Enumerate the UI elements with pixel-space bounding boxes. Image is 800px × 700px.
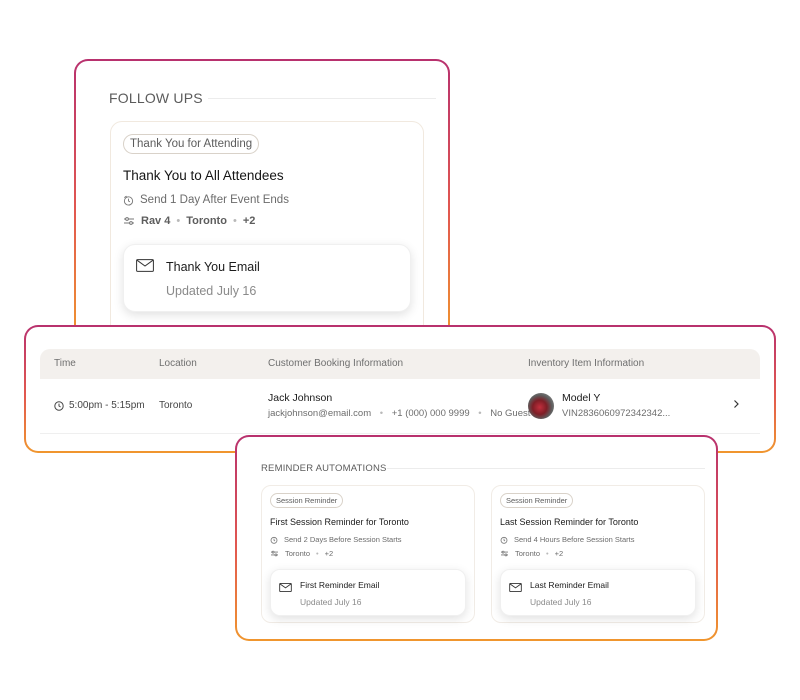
filter-more: +2 [324, 549, 334, 558]
sliders-icon [270, 550, 279, 557]
section-divider [208, 98, 436, 99]
reminder-filters: Toronto • +2 [270, 549, 333, 558]
customer-contact: jackjohnson@email.com • +1 (000) 000 999… [268, 408, 530, 419]
separator-dot: • [176, 215, 181, 227]
reminder-title: Last Session Reminder for Toronto [500, 517, 639, 527]
follow-ups-card: FOLLOW UPS Thank You for Attending Thank… [74, 59, 450, 339]
schedule-text: Send 1 Day After Event Ends [140, 194, 289, 206]
reminder-schedule: Send 2 Days Before Session Starts [270, 535, 402, 544]
customer-guest: No Guest [490, 408, 531, 419]
filter-more: +2 [554, 549, 564, 558]
follow-up-chip: Thank You for Attending [123, 134, 260, 154]
booking-time: 5:00pm - 5:15pm [54, 400, 145, 411]
timer-icon [500, 536, 508, 544]
follow-up-title: Thank You to All Attendees [123, 168, 284, 183]
email-updated: Updated July 16 [166, 284, 257, 298]
follow-ups-title: FOLLOW UPS [109, 90, 203, 106]
reminder-schedule: Send 4 Hours Before Session Starts [500, 535, 634, 544]
envelope-icon [509, 579, 522, 597]
reminder-title: First Session Reminder for Toronto [270, 517, 409, 527]
time-text: 5:00pm - 5:15pm [69, 400, 145, 411]
separator-dot: • [379, 408, 384, 419]
email-title: Last Reminder Email [530, 580, 609, 590]
filter-location: Toronto [285, 549, 311, 558]
column-location: Location [159, 358, 197, 369]
customer-phone: +1 (000) 000 9999 [391, 408, 470, 419]
envelope-icon [279, 579, 292, 597]
reminders-title: REMINDER AUTOMATIONS [261, 463, 387, 474]
email-title: First Reminder Email [300, 580, 380, 590]
reminder-automations-card: REMINDER AUTOMATIONS Session Reminder Fi… [235, 435, 718, 641]
separator-dot: • [316, 549, 319, 558]
follow-up-filters: Rav 4 • Toronto • +2 [123, 215, 255, 227]
table-header: Time Location Customer Booking Informati… [40, 349, 760, 379]
email-card[interactable]: First Reminder Email Updated July 16 [270, 569, 466, 616]
reminder-filters: Toronto • +2 [500, 549, 563, 558]
column-inventory: Inventory Item Information [528, 358, 645, 369]
sliders-icon [123, 216, 135, 226]
booking-card: Time Location Customer Booking Informati… [24, 325, 776, 453]
email-card[interactable]: Thank You Email Updated July 16 [123, 244, 411, 312]
separator-dot: • [232, 215, 237, 227]
sliders-icon [500, 550, 509, 557]
table-row[interactable]: 5:00pm - 5:15pm Toronto Jack Johnson jac… [40, 379, 760, 434]
column-customer: Customer Booking Information [268, 358, 404, 369]
vehicle-model: Model Y [562, 392, 601, 404]
schedule-text: Send 2 Days Before Session Starts [284, 535, 402, 544]
reminder-item[interactable]: Session Reminder Last Session Reminder f… [491, 485, 705, 623]
separator-dot: • [478, 408, 482, 419]
email-card[interactable]: Last Reminder Email Updated July 16 [500, 569, 696, 616]
follow-up-item[interactable]: Thank You for Attending Thank You to All… [110, 121, 424, 337]
separator-dot: • [546, 549, 549, 558]
customer-email: jackjohnson@email.com [268, 408, 372, 419]
filter-location: Toronto [186, 215, 227, 227]
timer-icon [123, 195, 134, 206]
chevron-right-icon[interactable] [733, 398, 740, 412]
schedule-text: Send 4 Hours Before Session Starts [514, 535, 635, 544]
filter-model: Rav 4 [141, 215, 171, 227]
filter-more: +2 [242, 215, 256, 227]
email-updated: Updated July 16 [530, 597, 592, 607]
reminder-item[interactable]: Session Reminder First Session Reminder … [261, 485, 475, 623]
vehicle-vin: VIN2836060972342342... [562, 408, 671, 419]
email-updated: Updated July 16 [300, 597, 362, 607]
email-title: Thank You Email [166, 260, 260, 274]
customer-name: Jack Johnson [268, 392, 333, 404]
column-time: Time [54, 358, 76, 369]
timer-icon [270, 536, 278, 544]
clock-icon [54, 400, 64, 411]
follow-up-schedule: Send 1 Day After Event Ends [123, 194, 289, 206]
reminder-chip: Session Reminder [270, 493, 344, 508]
vehicle-thumbnail [528, 393, 554, 419]
filter-location: Toronto [515, 549, 541, 558]
reminder-chip: Session Reminder [500, 493, 574, 508]
section-divider [387, 468, 705, 469]
booking-location: Toronto [159, 400, 193, 411]
envelope-icon [136, 259, 154, 277]
